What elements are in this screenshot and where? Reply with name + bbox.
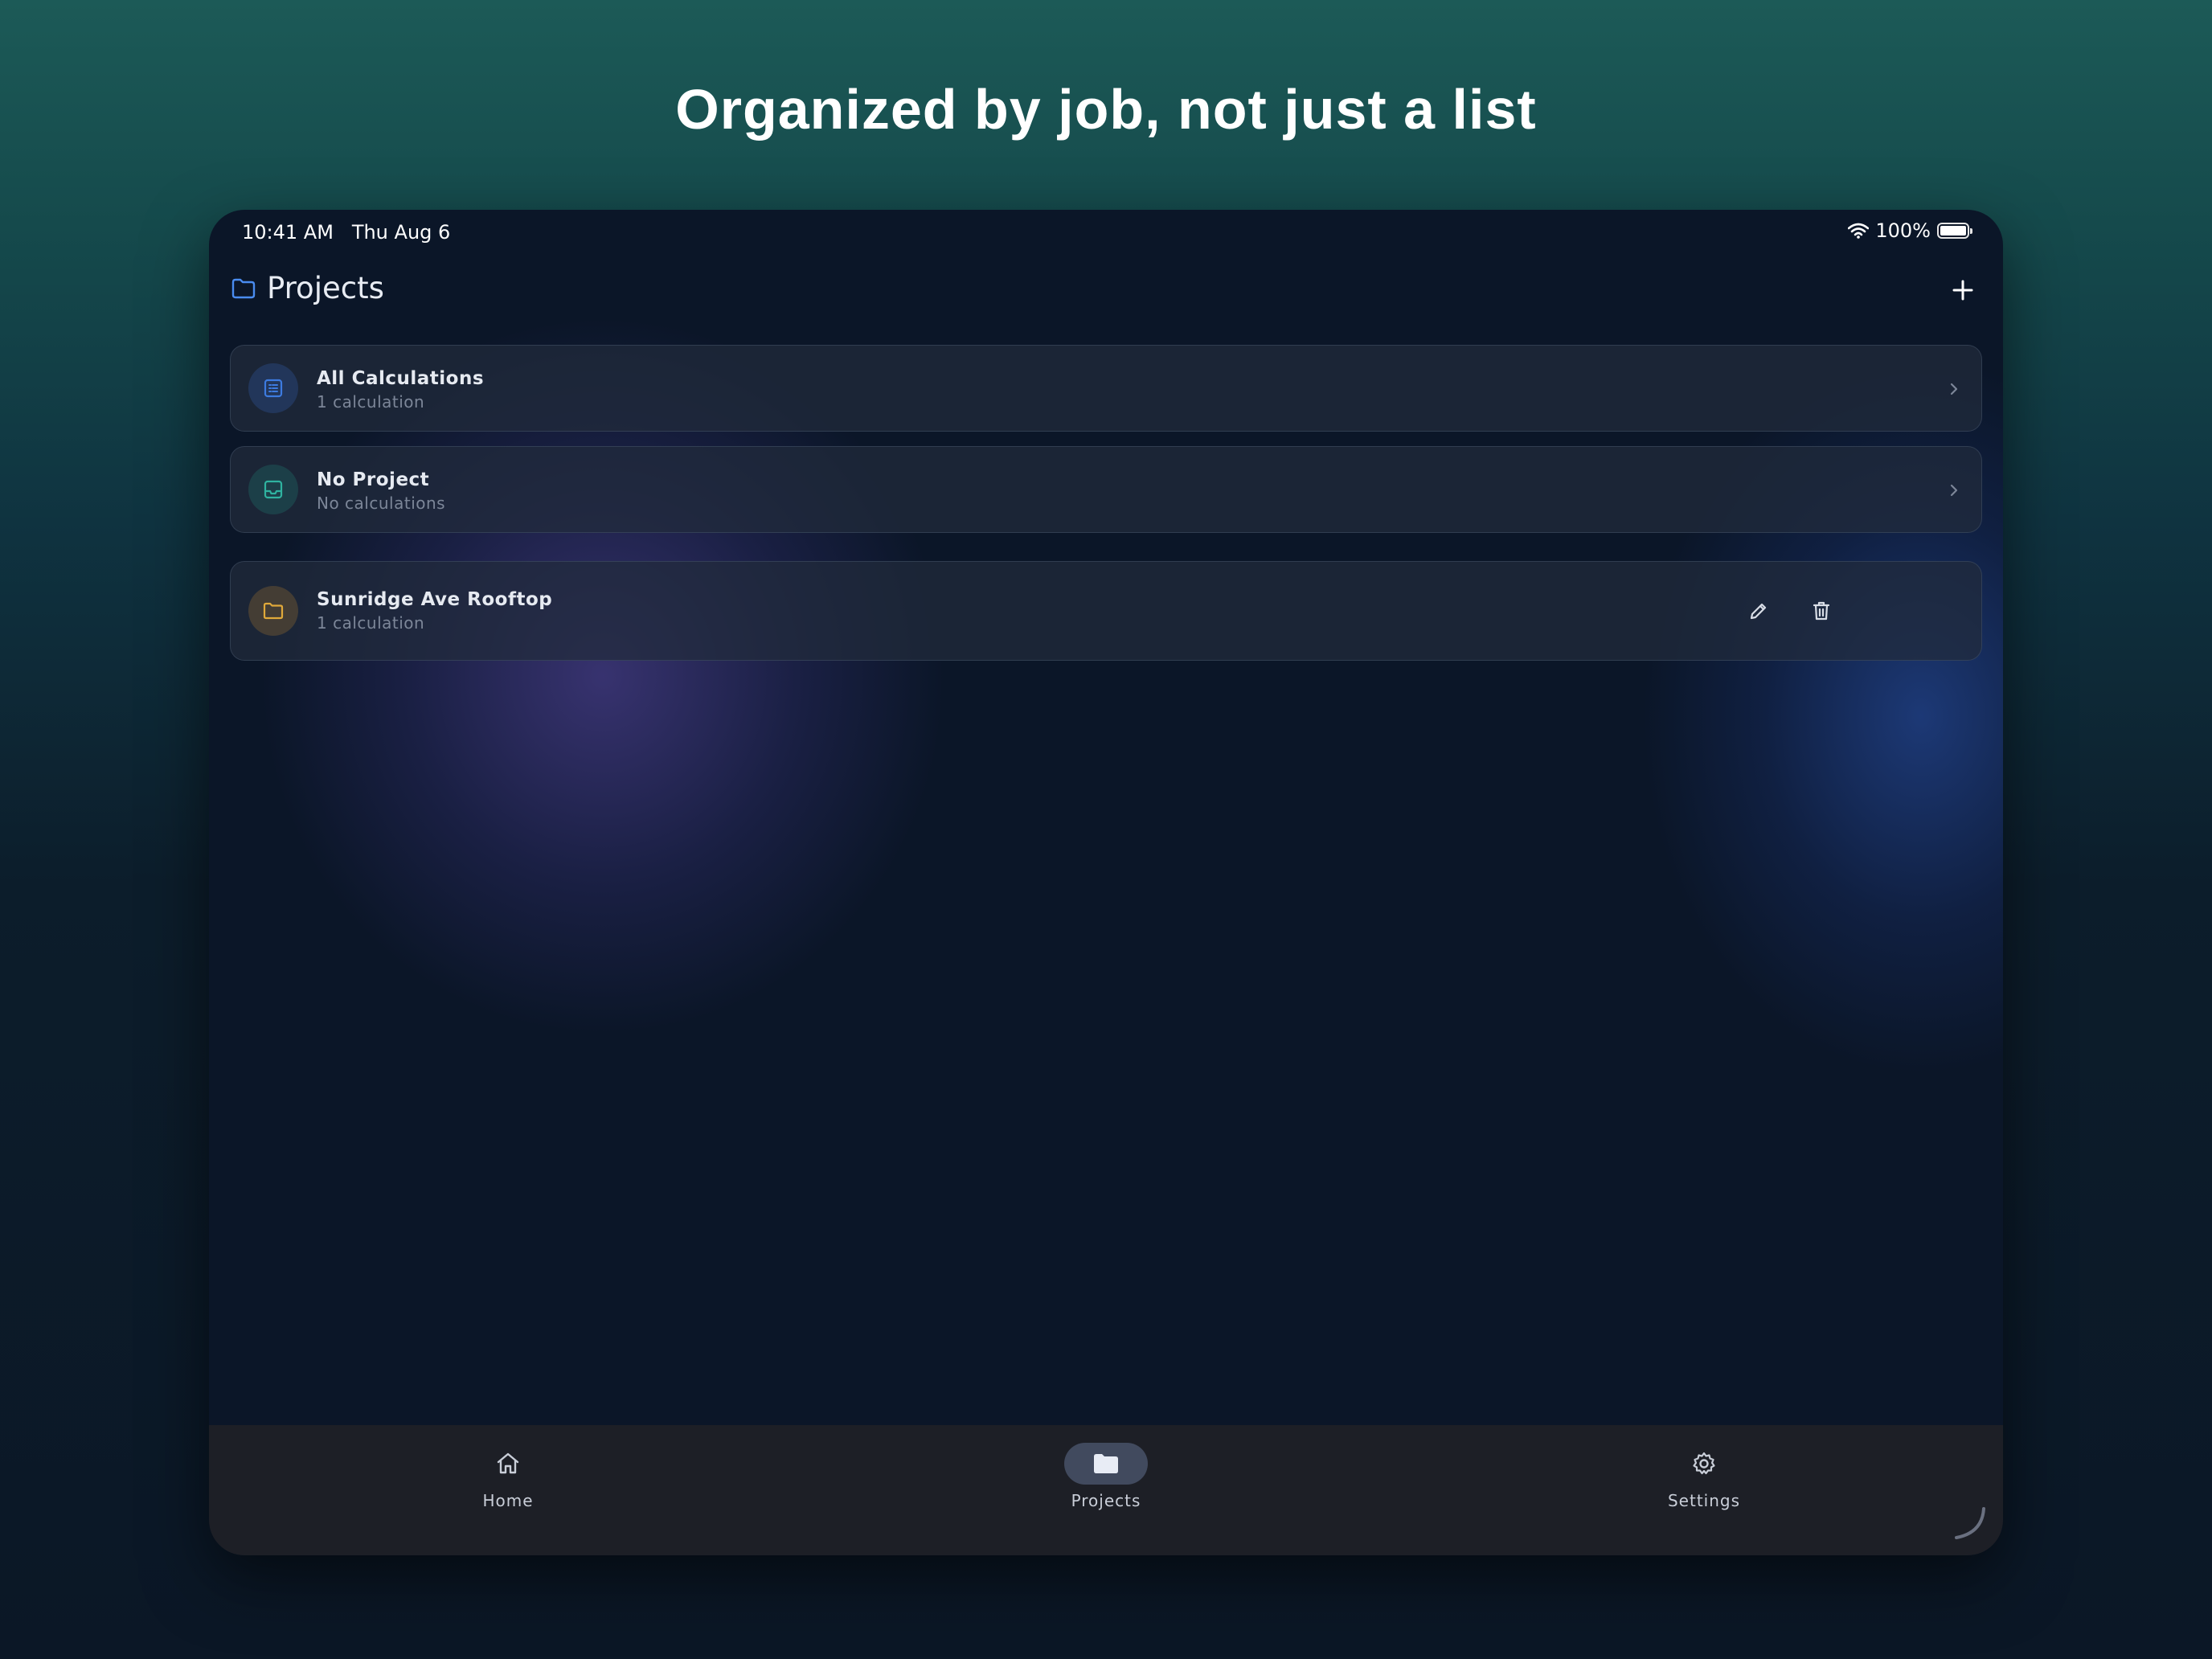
tab-label: Projects <box>1071 1491 1141 1510</box>
tab-icon-wrap <box>466 1443 550 1485</box>
delete-project-button[interactable] <box>1801 591 1841 631</box>
tab-projects[interactable]: Projects <box>985 1425 1227 1555</box>
tab-selected-indicator <box>1064 1443 1148 1485</box>
status-right: 100% <box>1848 219 1972 242</box>
edit-project-button[interactable] <box>1739 591 1779 631</box>
plus-icon <box>1952 280 1973 301</box>
tab-icon-wrap <box>1662 1443 1746 1485</box>
list-item-no-project[interactable]: No Project No calculations <box>230 446 1982 533</box>
row-title: Sunridge Ave Rooftop <box>317 589 553 610</box>
page-title-text: Projects <box>267 271 384 305</box>
list-item-project-sunridge[interactable]: Sunridge Ave Rooftop 1 calculation <box>230 561 1982 661</box>
battery-icon <box>1937 223 1972 239</box>
wifi-icon <box>1848 223 1870 239</box>
resize-corner-indicator <box>1955 1507 1985 1539</box>
headline: Organized by job, not just a list <box>675 78 1537 141</box>
home-icon <box>497 1452 519 1474</box>
row-subtitle: 1 calculation <box>317 392 425 412</box>
battery-percent: 100% <box>1875 219 1931 242</box>
trash-icon <box>1813 601 1830 621</box>
gear-icon <box>1693 1452 1715 1475</box>
row-subtitle: 1 calculation <box>317 613 425 633</box>
tab-label: Home <box>482 1491 534 1510</box>
chevron-right-icon <box>1950 383 1958 395</box>
folder-icon <box>263 602 284 620</box>
status-time-text: 10:41 AM <box>242 221 334 244</box>
battery-fill <box>1940 226 1966 236</box>
row-title: No Project <box>317 469 430 490</box>
status-date-text: Thu Aug 6 <box>351 221 451 244</box>
tab-label: Settings <box>1667 1491 1741 1510</box>
row-icon-circle <box>248 465 298 514</box>
tab-home[interactable]: Home <box>387 1425 629 1555</box>
add-project-button[interactable] <box>1944 271 1982 309</box>
row-title: All Calculations <box>317 368 485 389</box>
status-time: 10:41 AM Thu Aug 6 <box>242 221 450 244</box>
row-icon-circle <box>248 586 298 636</box>
list-item-all-calculations[interactable]: All Calculations 1 calculation <box>230 345 1982 432</box>
page-title: Projects <box>231 271 384 305</box>
row-icon-circle <box>248 363 298 413</box>
tab-bar: Home Projects Settings <box>209 1425 2003 1555</box>
inbox-icon <box>264 480 283 499</box>
folder-icon <box>231 278 256 298</box>
folder-icon <box>1094 1454 1118 1473</box>
row-subtitle: No calculations <box>317 494 446 513</box>
status-bar: 10:41 AM Thu Aug 6 100% <box>209 210 2003 253</box>
list-icon <box>264 379 283 398</box>
tablet-screen: 10:41 AM Thu Aug 6 100% Projects All Cal… <box>209 210 2003 1555</box>
pencil-icon <box>1750 603 1767 620</box>
tab-settings[interactable]: Settings <box>1583 1425 1825 1555</box>
chevron-right-icon <box>1950 484 1958 497</box>
